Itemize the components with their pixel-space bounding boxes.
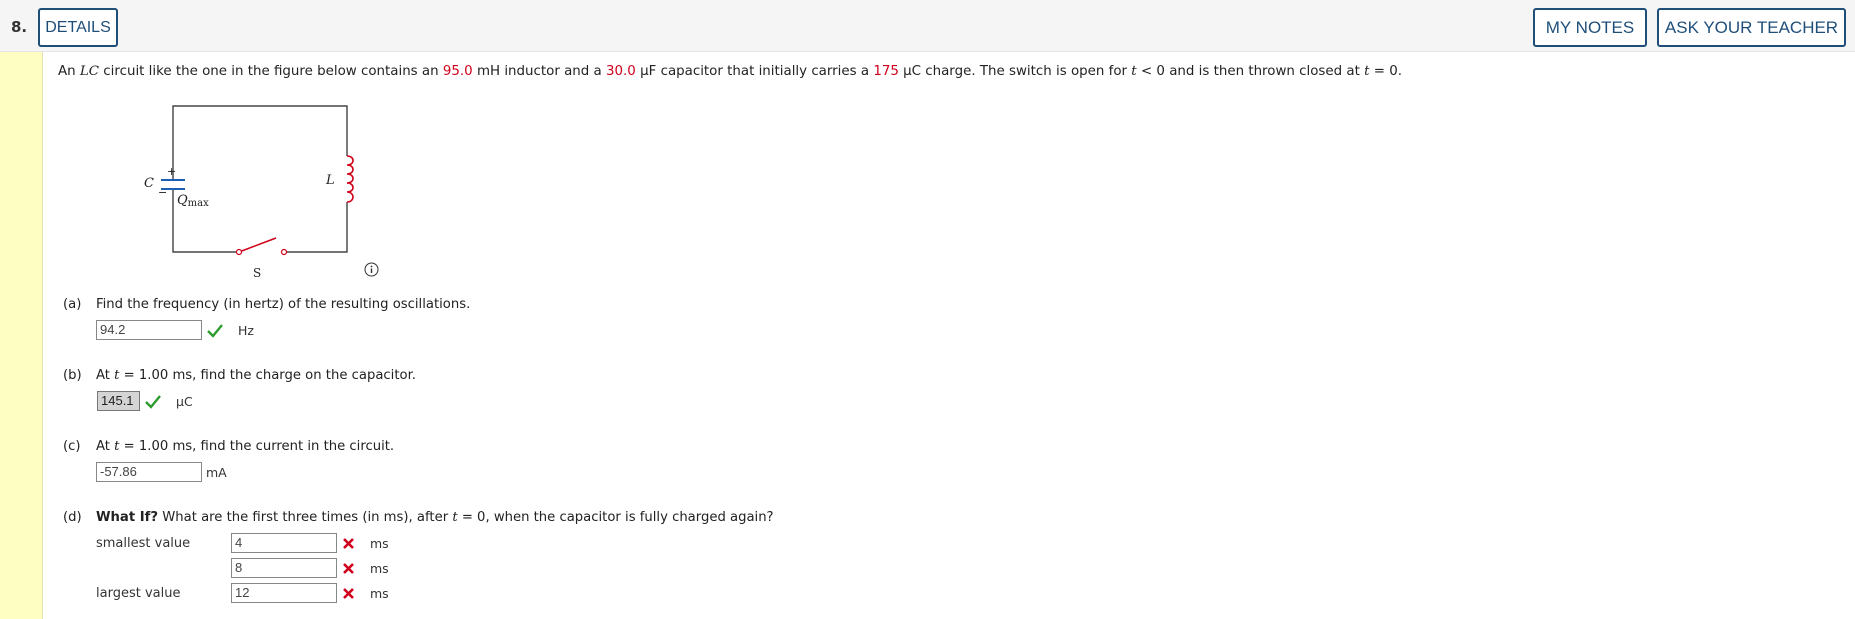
part-b-question: (b) At t = 1.00 ms, find the charge on th… [63,368,416,383]
part-a-question: (a) Find the frequency (in hertz) of the … [63,297,470,312]
time-unit: ms [370,536,389,551]
part-a-label: (a) [63,297,82,312]
plus-sign: + [167,165,176,178]
intro-text: = 0. [1369,64,1403,79]
charge-value: 175 [873,64,899,79]
part-b-label: (b) [63,368,82,383]
lc-circuit-figure: C + − Qmax L S [144,105,354,280]
intro-text: An [58,64,80,79]
charge-answer-field[interactable]: 145.1 [97,391,140,411]
correct-check-icon [145,395,161,409]
question-intro: An LC circuit like the one in the figure… [58,64,1402,79]
capacitance-value: 30.0 [606,64,636,79]
intro-text: circuit like the one in the figure below… [99,64,443,79]
time-unit: ms [370,561,389,576]
incorrect-x-icon [343,563,354,574]
capacitor-label: C [144,176,154,191]
part-d-question: (d) What If? What are the first three tim… [63,510,774,525]
part-d-text: What are the first three times (in ms), … [158,510,453,525]
intro-text: < 0 and is then thrown closed at [1136,64,1365,79]
part-d-text: = 0, when the capacitor is fully charged… [457,510,774,525]
frequency-answer-field[interactable]: 94.2 [96,320,202,340]
part-c-label: (c) [63,439,81,454]
what-if-label: What If? [96,510,159,525]
part-c-text: = 1.00 ms, find the current in the circu… [119,439,395,454]
details-button[interactable]: DETAILS [38,8,118,47]
intro-text: mH inductor and a [472,64,607,79]
time-answer-field-2[interactable]: 8 [231,558,337,578]
part-b-text: = 1.00 ms, find the charge on the capaci… [119,368,416,383]
intro-text: µC charge. The switch is open for [898,64,1132,79]
inductor-label: L [325,173,335,188]
incorrect-x-icon [343,538,354,549]
switch-label: S [253,266,261,280]
info-icon[interactable] [364,262,379,277]
qmax-label: Qmax [177,193,209,209]
inductor-coil [346,155,354,203]
smallest-value-label: smallest value [96,536,191,551]
frequency-unit: Hz [238,323,254,338]
my-notes-button[interactable]: MY NOTES [1533,8,1647,47]
switch-contact [280,248,288,256]
current-answer-field[interactable]: -57.86 [96,462,202,482]
correct-check-icon [207,324,223,338]
part-a-text: Find the frequency (in hertz) of the res… [96,297,471,312]
incorrect-x-icon [343,588,354,599]
question-number: 8. [11,18,28,36]
time-unit: ms [370,586,389,601]
part-b-text: At [96,368,115,383]
circuit-wire-right-bottom [284,202,348,253]
ask-your-teacher-button[interactable]: ASK YOUR TEACHER [1657,8,1846,47]
inductance-value: 95.0 [442,64,473,79]
question-status-bar [0,52,43,619]
part-c-text: At [96,439,115,454]
switch-lever [238,237,277,253]
largest-value-label: largest value [96,586,181,601]
part-c-question: (c) At t = 1.00 ms, find the current in t… [63,439,394,454]
intro-lc: LC [79,64,100,79]
switch-pivot [235,248,243,256]
intro-text: µF capacitor that initially carries a [635,64,874,79]
minus-sign: − [158,186,167,199]
circuit-wire-top [172,105,348,175]
charge-unit: µC [176,394,193,409]
question-header: 8. DETAILS MY NOTES ASK YOUR TEACHER [0,0,1855,52]
time-answer-field-3[interactable]: 12 [231,583,337,603]
current-unit: mA [206,465,227,480]
time-answer-field-1[interactable]: 4 [231,533,337,553]
part-d-label: (d) [63,510,82,525]
